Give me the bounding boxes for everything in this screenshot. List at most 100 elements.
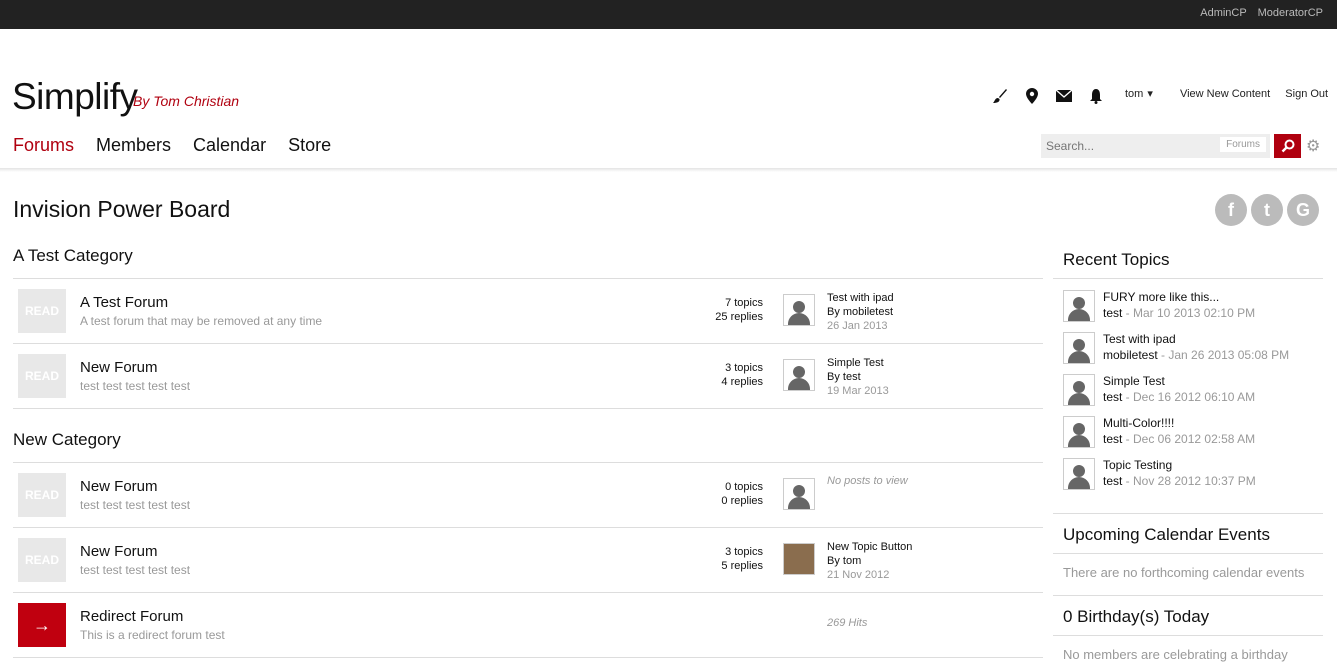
user-menu: tom ▾ View New Content Sign Out [1125,87,1328,100]
recent-topic-item: Simple Test test - Dec 16 2012 06:10 AM [1063,374,1323,412]
chevron-down-icon: ▾ [1147,88,1153,100]
twitter-icon[interactable]: t [1251,194,1283,226]
search-input[interactable] [1041,134,1211,158]
tab-forums[interactable]: Forums [13,135,74,156]
avatar[interactable] [1063,416,1095,448]
divider [1053,553,1323,554]
forum-name[interactable]: New Forum [80,543,158,560]
recent-topic-date: - Jan 26 2013 05:08 PM [1157,348,1290,362]
mail-icon[interactable] [1054,88,1074,104]
sign-out-link[interactable]: Sign Out [1285,88,1328,100]
avatar[interactable] [1063,374,1095,406]
recent-topics-title: Recent Topics [1063,250,1170,269]
facebook-icon[interactable]: f [1215,194,1247,226]
forum-stats: 0 topics 0 replies [721,480,763,508]
recent-topic-user[interactable]: mobiletest [1103,348,1158,362]
no-posts-text: No posts to view [827,475,908,487]
forum-row: READ New Forum test test test test test … [13,528,1043,593]
google-icon[interactable]: G [1287,194,1319,226]
topic-count: 3 topics [725,362,763,374]
top-bar: AdminCP ModeratorCP [0,0,1337,29]
bell-icon[interactable] [1086,88,1106,104]
read-status-icon: READ [18,289,66,333]
moderator-cp-link[interactable]: ModeratorCP [1258,7,1323,19]
map-pin-icon[interactable] [1022,88,1042,104]
avatar[interactable] [783,294,815,326]
topic-count: 0 topics [725,481,763,493]
avatar[interactable] [1063,458,1095,490]
redirect-hits: 269 Hits [827,617,868,629]
recent-topic-date: - Mar 10 2013 02:10 PM [1122,306,1256,320]
last-post-author[interactable]: By test [827,370,889,384]
forum-name[interactable]: A Test Forum [80,294,168,311]
recent-topic-meta: test - Nov 28 2012 10:37 PM [1103,474,1256,488]
read-status-icon: READ [18,354,66,398]
last-post-date: 19 Mar 2013 [827,385,889,397]
last-post: Test with ipad By mobiletest 26 Jan 2013 [827,291,894,333]
topic-count: 7 topics [725,297,763,309]
forum-stats: 7 topics 25 replies [715,296,763,324]
last-post: New Topic Button By tom 21 Nov 2012 [827,540,912,582]
calendar-events-title: Upcoming Calendar Events [1063,525,1270,544]
avatar[interactable] [783,359,815,391]
avatar [783,478,815,510]
recent-topic-title[interactable]: Simple Test [1103,374,1165,388]
read-status-icon: READ [18,538,66,582]
forum-description: test test test test test [80,563,191,577]
admin-cp-link[interactable]: AdminCP [1200,7,1246,19]
site-logo[interactable]: Simplify [12,76,138,118]
recent-topic-date: - Dec 06 2012 02:58 AM [1122,432,1256,446]
recent-topic-item: Test with ipad mobiletest - Jan 26 2013 … [1063,332,1323,370]
category-a-test: A Test Category READ A Test Forum A test… [13,246,1043,409]
divider [1053,595,1323,596]
username-dropdown[interactable]: tom ▾ [1125,88,1165,100]
recent-topic-user[interactable]: test [1103,306,1122,320]
recent-topic-title[interactable]: FURY more like this... [1103,290,1219,304]
social-links: f t G [1215,194,1323,226]
last-post-author[interactable]: By tom [827,554,912,568]
forum-name[interactable]: New Forum [80,359,158,376]
recent-topic-title[interactable]: Test with ipad [1103,332,1176,346]
recent-topic-title[interactable]: Multi-Color!!!! [1103,416,1174,430]
forum-name[interactable]: New Forum [80,478,158,495]
last-post-date: 21 Nov 2012 [827,569,890,581]
tab-members[interactable]: Members [96,135,171,156]
recent-topic-meta: mobiletest - Jan 26 2013 05:08 PM [1103,348,1289,362]
recent-topic-user[interactable]: test [1103,390,1122,404]
avatar[interactable] [1063,332,1095,364]
recent-topic-user[interactable]: test [1103,474,1122,488]
reply-count: 0 replies [721,495,763,507]
forum-row: READ New Forum test test test test test … [13,463,1043,528]
category-title[interactable]: New Category [13,430,1043,463]
category-title[interactable]: A Test Category [13,246,1043,279]
forum-description: A test forum that may be removed at any … [80,314,323,328]
calendar-events-empty: There are no forthcoming calendar events [1063,565,1305,580]
last-post-date: 26 Jan 2013 [827,320,888,332]
divider [1053,635,1323,636]
forum-stats: 3 topics 4 replies [721,361,763,389]
header-divider [0,168,1337,172]
recent-topic-user[interactable]: test [1103,432,1122,446]
recent-topic-meta: test - Dec 06 2012 02:58 AM [1103,432,1255,446]
avatar[interactable] [1063,290,1095,322]
forum-stats: 3 topics 5 replies [721,545,763,573]
tab-store[interactable]: Store [288,135,331,156]
search-scope[interactable]: Forums [1220,137,1266,152]
last-post-title[interactable]: New Topic Button [827,540,912,554]
last-post-author[interactable]: By mobiletest [827,305,894,319]
search-button[interactable] [1274,134,1301,158]
recent-topic-title[interactable]: Topic Testing [1103,458,1172,472]
brush-icon[interactable] [990,88,1010,104]
tab-calendar[interactable]: Calendar [193,135,266,156]
last-post-title[interactable]: Test with ipad [827,291,894,305]
reply-count: 25 replies [715,311,763,323]
forum-description: test test test test test [80,498,191,512]
view-new-content-link[interactable]: View New Content [1180,88,1270,100]
page-title: Invision Power Board [13,196,231,222]
gear-icon[interactable]: ⚙ [1306,136,1320,155]
recent-topic-meta: test - Dec 16 2012 06:10 AM [1103,390,1255,404]
avatar[interactable] [783,543,815,575]
forum-name[interactable]: Redirect Forum [80,608,183,625]
username: tom [1125,88,1144,100]
last-post-title[interactable]: Simple Test [827,356,889,370]
